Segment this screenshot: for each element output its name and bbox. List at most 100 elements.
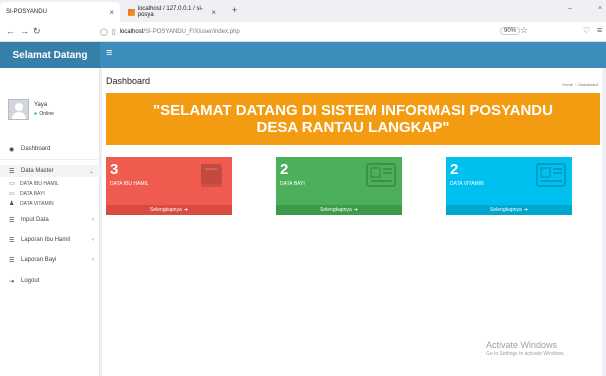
back-icon[interactable]: ←	[6, 26, 15, 36]
box-footer-label: Selengkapnya	[320, 207, 352, 213]
box-footer-label: Selengkapnya	[150, 207, 182, 213]
chevron-left-icon: ‹	[92, 217, 94, 223]
sidebar-item-label: Data Master	[21, 168, 54, 174]
arrow-circle-right-icon: ➔	[523, 207, 528, 213]
box-more-link[interactable]: Selengkapnya ➔	[276, 205, 402, 215]
divider	[0, 159, 100, 160]
welcome-banner: "SELAMAT DATANG DI SISTEM INFORMASI POSY…	[106, 93, 600, 145]
zoom-level[interactable]: 90%	[500, 27, 521, 35]
box-more-link[interactable]: Selengkapnya ➔	[446, 205, 572, 215]
browser-tab-bar: SI-POSYANDU × localhost / 127.0.0.1 / si…	[0, 0, 606, 22]
content-panel: Dashboard Home › Dashboard "SELAMAT DATANG…	[102, 68, 602, 376]
close-icon[interactable]: ×	[211, 8, 216, 17]
box-footer-label: Selengkapnya	[490, 207, 522, 213]
breadcrumb-separator: ›	[575, 82, 577, 87]
sidebar-subitem-label: DATA IBU HAMIL	[20, 180, 59, 187]
sidebar-item-logout[interactable]: ⇥ Logout	[0, 275, 100, 287]
sidebar-item-label: Input Data	[21, 217, 49, 223]
forward-icon[interactable]: →	[20, 26, 29, 36]
reload-icon[interactable]: ↻	[33, 26, 41, 37]
sidebar-item-label: Logout	[21, 278, 40, 284]
online-dot-icon: ●	[34, 111, 38, 117]
book-icon	[201, 164, 222, 187]
sidebar-toggle-icon[interactable]: ≡	[106, 47, 112, 59]
sidebar-subitem-label: DATA BAYI	[20, 190, 45, 197]
box-count: 2	[450, 161, 459, 178]
new-tab-button[interactable]: +	[232, 5, 237, 15]
chevron-left-icon: ‹	[92, 237, 94, 243]
activate-windows-watermark: Activate Windows Go to Settings to activ…	[486, 340, 565, 357]
watermark-title: Activate Windows	[486, 340, 558, 350]
browser-nav-bar: ← → ↻ ◯ ▯ localhost/SI-POSYANDU_FIX/user…	[0, 22, 606, 42]
list-icon: ☰	[9, 237, 15, 244]
app-brand[interactable]: Selamat Datang	[0, 42, 100, 68]
newspaper-icon	[366, 163, 396, 187]
sidebar-subitem-data-vitamin[interactable]: ♟ DATA VITAMIN	[0, 199, 100, 208]
list-icon: ☰	[9, 168, 15, 175]
arrow-circle-right-icon: ➔	[353, 207, 358, 213]
pill-icon: ♟	[9, 201, 15, 207]
list-icon: ☰	[9, 257, 15, 264]
baby-icon: ▭	[9, 191, 15, 197]
url-bar[interactable]: ◯ ▯ localhost/SI-POSYANDU_FIX/user/index…	[100, 25, 560, 39]
banner-line-1: "SELAMAT DATANG DI SISTEM INFORMASI POSY…	[153, 102, 553, 119]
watermark-subtitle: Go to Settings to activate Windows.	[486, 351, 565, 357]
shield-icon: ◯	[100, 29, 108, 36]
info-box-vitamin: 2 DATA VITAMIN Selengkapnya ➔	[446, 157, 572, 215]
newspaper-icon	[536, 163, 566, 187]
page-title: Dashboard	[106, 76, 151, 86]
breadcrumb-current: Dashboard	[578, 82, 598, 87]
tab-phpmyadmin[interactable]: localhost / 127.0.0.1 / si-posya ×	[122, 2, 222, 22]
sidebar-subitem-data-bayi[interactable]: ▭ DATA BAYI	[0, 189, 100, 198]
signout-icon: ⇥	[9, 278, 15, 285]
url-path: /SI-POSYANDU_FIX/user/index.php	[143, 29, 240, 35]
breadcrumb: Home › Dashboard	[562, 82, 598, 87]
box-label: DATA IBU HAMIL	[110, 181, 149, 187]
tab-si-posyandu[interactable]: SI-POSYANDU ×	[0, 2, 120, 22]
box-label: DATA BAYI	[280, 181, 305, 187]
sidebar-item-label: Laporan Ibu Hamil	[21, 237, 71, 243]
avatar	[8, 99, 29, 120]
url-host: localhost	[119, 29, 144, 35]
menu-icon[interactable]: ≡	[597, 25, 602, 35]
page-icon: ▯	[111, 29, 116, 36]
user-status-label: Online	[39, 111, 54, 117]
banner-line-2: DESA RANTAU LANGKAP"	[256, 119, 450, 136]
sidebar-subitem-data-ibu-hamil[interactable]: ▭ DATA IBU HAMIL	[0, 179, 100, 188]
user-panel: Yaya ● Online	[0, 68, 100, 138]
info-box-ibu-hamil: 3 DATA IBU HAMIL Selengkapnya ➔	[106, 157, 232, 215]
box-label: DATA VITAMIN	[450, 181, 484, 187]
pocket-icon[interactable]: ♡	[583, 26, 590, 35]
content-wrapper: Dashboard Home › Dashboard "SELAMAT DATANG…	[100, 68, 606, 376]
tab-title: SI-POSYANDU	[6, 9, 47, 15]
app-header: Selamat Datang ≡	[0, 42, 606, 68]
sidebar-item-label: Dashboard	[21, 146, 51, 152]
user-name: Yaya	[34, 102, 48, 108]
close-icon[interactable]: ×	[109, 8, 114, 17]
star-icon[interactable]: ☆	[520, 25, 528, 36]
sidebar-item-input-data[interactable]: ☰ Input Data ‹	[0, 214, 100, 226]
sidebar-item-data-master[interactable]: ☰ Data Master ⌄	[0, 165, 100, 177]
box-more-link[interactable]: Selengkapnya ➔	[106, 205, 232, 215]
female-icon: ▭	[9, 181, 15, 187]
sidebar-item-label: Laporan Bayi	[21, 257, 57, 263]
dashboard-icon: ◉	[9, 146, 15, 153]
breadcrumb-home[interactable]: Home	[562, 82, 573, 87]
arrow-circle-right-icon: ➔	[183, 207, 188, 213]
info-box-bayi: 2 DATA BAYI Selengkapnya ➔	[276, 157, 402, 215]
box-count: 3	[110, 161, 119, 178]
sidebar-item-laporan-ibu-hamil[interactable]: ☰ Laporan Ibu Hamil ‹	[0, 234, 100, 246]
sidebar-subitem-label: DATA VITAMIN	[20, 200, 54, 207]
sidebar: Yaya ● Online ◉ Dashboard ☰ Data Master …	[0, 68, 100, 376]
box-count: 2	[280, 161, 289, 178]
close-window-icon[interactable]: ×	[598, 5, 602, 12]
user-status: ● Online	[34, 111, 54, 117]
phpmyadmin-icon	[128, 8, 135, 16]
chevron-left-icon: ‹	[92, 257, 94, 263]
chevron-down-icon: ⌄	[88, 168, 94, 175]
tab-title: localhost / 127.0.0.1 / si-posya	[137, 6, 203, 18]
sidebar-item-laporan-bayi[interactable]: ☰ Laporan Bayi ‹	[0, 254, 100, 266]
minimize-icon[interactable]: –	[568, 5, 572, 12]
sidebar-item-dashboard[interactable]: ◉ Dashboard	[0, 142, 100, 156]
list-icon: ☰	[9, 217, 15, 224]
